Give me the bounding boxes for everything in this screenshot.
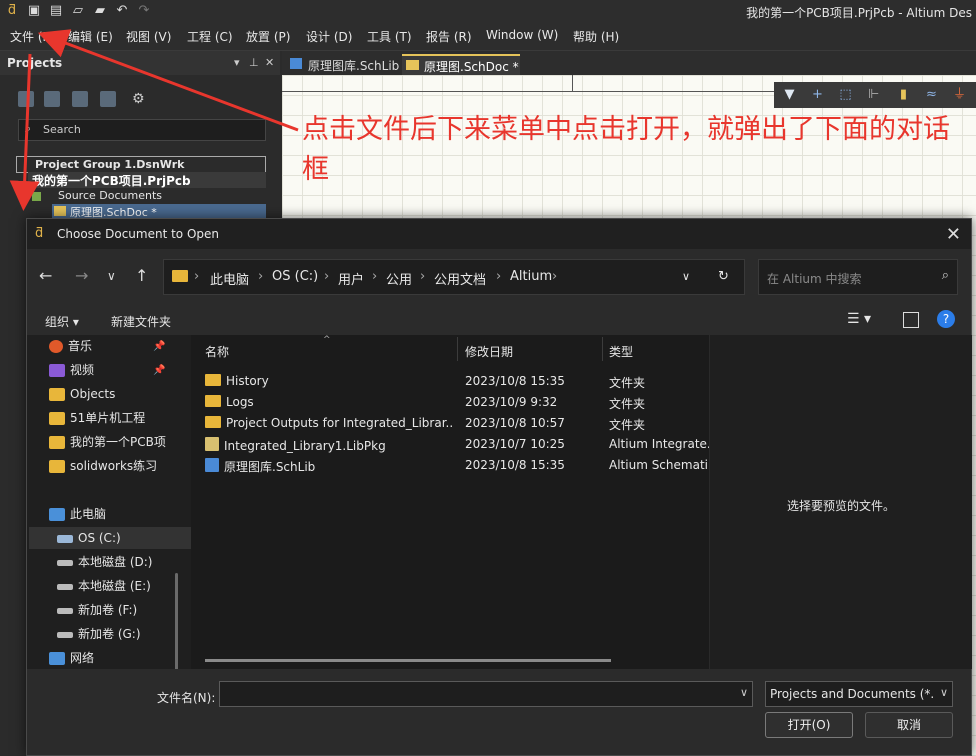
filename-label: 文件名(N): xyxy=(157,691,216,705)
filename-input[interactable]: ∨ xyxy=(219,681,753,707)
view-options-icon[interactable]: ☰ ▾ xyxy=(847,311,871,327)
dialog-footer: 文件名(N): ∨ Projects and Documents (*.D ∨ … xyxy=(27,669,971,755)
file-list: 名称 ^ 修改日期 类型 History 2023/10/8 15:35 文件夹… xyxy=(191,335,709,669)
chevron-down-icon: ∨ xyxy=(939,686,948,699)
column-header-name[interactable]: 名称 xyxy=(205,343,229,360)
annotation-arrow-to-menu xyxy=(37,29,299,132)
back-icon[interactable]: ← xyxy=(39,266,52,285)
nav-item-os-c[interactable]: OS (C:) xyxy=(29,527,193,549)
preview-pane: 选择要预览的文件。 xyxy=(709,335,972,669)
nav-scrollbar[interactable] xyxy=(175,573,178,673)
address-dropdown-icon[interactable]: ∨ xyxy=(682,270,690,283)
dialog-title-bar: ƌ Choose Document to Open ✕ xyxy=(27,219,971,249)
drive-icon xyxy=(57,631,73,638)
annotation-text: 点击文件后下来菜单中点击打开，就弹出了下面的对话框 xyxy=(302,114,950,185)
navigation-pane: 音乐 📌 视频 📌 Objects 51单片机工程 我的第一个PCB项 soli… xyxy=(27,335,193,673)
column-separator xyxy=(602,337,603,361)
drive-icon xyxy=(57,559,73,566)
column-separator xyxy=(457,337,458,361)
file-row[interactable]: 原理图库.SchLib 2023/10/8 15:35 Altium Schem… xyxy=(205,455,709,476)
nav-item-drive-f[interactable]: 新加卷 (F:) xyxy=(57,599,137,621)
nav-item-solidworks[interactable]: solidworks练习 xyxy=(49,455,157,477)
column-header-date[interactable]: 修改日期 xyxy=(465,343,513,360)
pin-icon[interactable]: 📌 xyxy=(153,365,165,376)
nav-item-music[interactable]: 音乐 xyxy=(49,335,92,357)
folder-icon xyxy=(49,388,65,401)
breadcrumb-separator: › xyxy=(324,269,330,284)
nav-item-objects[interactable]: Objects xyxy=(49,383,115,405)
folder-icon xyxy=(205,416,221,428)
organize-button[interactable]: 组织 ▾ xyxy=(45,313,79,330)
close-icon[interactable]: ✕ xyxy=(946,224,961,245)
breadcrumb-separator: › xyxy=(194,269,200,284)
dialog-title: Choose Document to Open xyxy=(57,227,220,241)
file-type-filter[interactable]: Projects and Documents (*.D ∨ xyxy=(765,681,953,707)
up-icon[interactable]: ↑ xyxy=(135,266,148,285)
breadcrumb-altium[interactable]: Altium xyxy=(510,269,552,284)
preview-pane-icon[interactable] xyxy=(903,312,919,328)
nav-item-drive-e[interactable]: 本地磁盘 (E:) xyxy=(57,575,151,597)
altium-logo-icon: ƌ xyxy=(35,226,44,241)
breadcrumb-separator: › xyxy=(552,269,558,284)
breadcrumb-separator: › xyxy=(258,269,264,284)
sort-asc-icon: ^ xyxy=(323,335,331,345)
nav-item-videos[interactable]: 视频 xyxy=(49,359,94,381)
video-icon xyxy=(49,364,65,377)
address-bar-row: ← → ∨ ↑ › 此电脑 › OS (C:) › 用户 › 公用 › 公用文档… xyxy=(27,249,971,305)
libpkg-icon xyxy=(205,437,219,451)
drive-icon xyxy=(57,534,73,543)
schlib-icon xyxy=(205,458,219,472)
breadcrumb-users[interactable]: 用户 xyxy=(338,269,364,288)
breadcrumb-separator: › xyxy=(420,269,426,284)
help-icon[interactable]: ? xyxy=(937,310,955,328)
dialog-search-input[interactable]: 在 Altium 中搜索 ⌕ xyxy=(758,259,958,295)
forward-icon[interactable]: → xyxy=(75,266,88,285)
nav-item-pcb-project[interactable]: 我的第一个PCB项 xyxy=(49,431,166,453)
breadcrumb-os-c[interactable]: OS (C:) xyxy=(272,269,318,284)
folder-icon xyxy=(205,395,221,407)
open-button[interactable]: 打开(O) xyxy=(765,712,853,738)
folder-icon xyxy=(49,412,65,425)
breadcrumb-public[interactable]: 公用 xyxy=(386,269,412,288)
refresh-icon[interactable]: ↻ xyxy=(718,269,729,284)
new-folder-button[interactable]: 新建文件夹 xyxy=(111,313,171,330)
address-bar[interactable]: › 此电脑 › OS (C:) › 用户 › 公用 › 公用文档 › Altiu… xyxy=(163,259,745,295)
nav-item-network[interactable]: 网络 xyxy=(49,647,94,669)
drive-icon xyxy=(57,583,73,590)
folder-icon xyxy=(49,460,65,473)
nav-item-this-pc[interactable]: 此电脑 xyxy=(49,503,106,525)
file-row[interactable]: Integrated_Library1.LibPkg 2023/10/7 10:… xyxy=(205,434,709,455)
preview-message: 选择要预览的文件。 xyxy=(786,499,895,513)
folder-icon xyxy=(205,374,221,386)
breadcrumb-separator: › xyxy=(372,269,378,284)
column-header-type[interactable]: 类型 xyxy=(609,343,633,360)
nav-item-51mcu[interactable]: 51单片机工程 xyxy=(49,407,145,429)
open-document-dialog: ƌ Choose Document to Open ✕ ← → ∨ ↑ › 此电… xyxy=(26,218,972,756)
file-row[interactable]: Logs 2023/10/9 9:32 文件夹 xyxy=(205,392,709,413)
breadcrumb-public-documents[interactable]: 公用文档 xyxy=(434,269,486,288)
folder-icon xyxy=(49,436,65,449)
music-icon xyxy=(49,340,63,353)
drive-icon xyxy=(57,607,73,614)
command-bar: 组织 ▾ 新建文件夹 ☰ ▾ ? xyxy=(27,305,971,335)
search-placeholder: 在 Altium 中搜索 xyxy=(767,272,862,286)
file-row[interactable]: History 2023/10/8 15:35 文件夹 xyxy=(205,371,709,392)
chevron-down-icon[interactable]: ∨ xyxy=(740,686,748,699)
nav-item-drive-g[interactable]: 新加卷 (G:) xyxy=(57,623,141,645)
recent-locations-icon[interactable]: ∨ xyxy=(107,269,116,283)
breadcrumb-separator: › xyxy=(496,269,502,284)
nav-item-drive-d[interactable]: 本地磁盘 (D:) xyxy=(57,551,152,573)
pin-icon[interactable]: 📌 xyxy=(153,341,165,352)
computer-icon xyxy=(49,508,65,521)
file-row[interactable]: Project Outputs for Integrated_Librar...… xyxy=(205,413,709,434)
folder-icon xyxy=(172,270,188,282)
cancel-button[interactable]: 取消 xyxy=(865,712,953,738)
breadcrumb-this-pc[interactable]: 此电脑 xyxy=(210,269,249,288)
horizontal-scrollbar[interactable] xyxy=(205,659,611,662)
annotation-arrow-down xyxy=(9,53,40,211)
search-icon: ⌕ xyxy=(941,268,949,283)
network-icon xyxy=(49,652,65,665)
